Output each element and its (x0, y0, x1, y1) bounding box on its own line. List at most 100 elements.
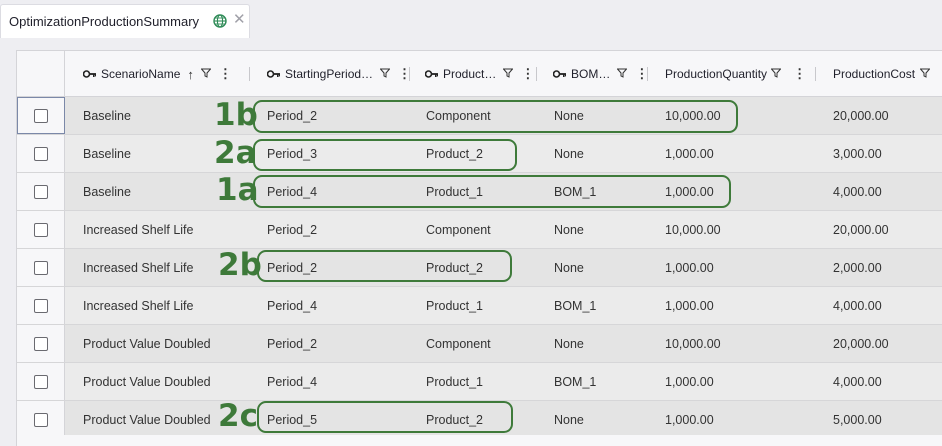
row-checkbox[interactable] (34, 147, 48, 161)
row-select-cell[interactable] (17, 249, 65, 286)
cell-product[interactable]: Product_2 (426, 249, 483, 286)
cell-starting-period[interactable]: Period_2 (267, 97, 317, 134)
cell-product[interactable]: Product_1 (426, 173, 483, 210)
column-resize-handle[interactable] (536, 67, 537, 81)
filter-icon[interactable] (379, 68, 391, 81)
row-select-cell[interactable] (17, 135, 65, 172)
cell-production-quantity[interactable]: 1,000.00 (665, 401, 714, 438)
row-select-cell[interactable] (17, 173, 65, 210)
cell-bom[interactable]: None (554, 97, 584, 134)
cell-production-cost[interactable]: 20,000.00 (833, 325, 889, 362)
cell-scenario-name[interactable]: Product Value Doubled (83, 401, 211, 438)
row-checkbox[interactable] (34, 109, 48, 123)
cell-bom[interactable]: BOM_1 (554, 173, 596, 210)
tab-optimization-production-summary[interactable]: OptimizationProductionSummary ✕ (0, 4, 250, 38)
cell-scenario-name[interactable]: Product Value Doubled (83, 325, 211, 362)
row-checkbox[interactable] (34, 261, 48, 275)
column-menu-icon[interactable]: ⋮ (793, 66, 806, 82)
cell-bom[interactable]: None (554, 401, 584, 438)
cell-production-cost[interactable]: 20,000.00 (833, 211, 889, 248)
column-header-scenario-name[interactable]: ScenarioName ↑ ⋮ (82, 51, 232, 97)
filter-icon[interactable] (919, 68, 931, 81)
cell-bom[interactable]: None (554, 325, 584, 362)
cell-scenario-name[interactable]: Baseline (83, 135, 131, 172)
cell-production-cost[interactable]: 4,000.00 (833, 173, 882, 210)
column-header-bom[interactable]: BOM… ⋮ (552, 51, 648, 97)
row-select-cell[interactable] (17, 97, 65, 134)
column-header-production-cost[interactable]: ProductionCost (833, 51, 931, 97)
filter-icon[interactable] (200, 68, 212, 81)
cell-bom[interactable]: None (554, 249, 584, 286)
column-resize-handle[interactable] (647, 67, 648, 81)
cell-starting-period[interactable]: Period_3 (267, 135, 317, 172)
column-header-production-quantity[interactable]: ProductionQuantity ⋮ (665, 51, 806, 97)
cell-product[interactable]: Product_1 (426, 363, 483, 400)
cell-product[interactable]: Product_2 (426, 135, 483, 172)
cell-production-quantity[interactable]: 1,000.00 (665, 363, 714, 400)
cell-bom[interactable]: BOM_1 (554, 363, 596, 400)
filter-icon[interactable] (616, 68, 628, 81)
cell-production-quantity[interactable]: 10,000.00 (665, 211, 721, 248)
table-row[interactable]: Increased Shelf Life Period_2 Component Non… (17, 211, 942, 249)
row-select-cell[interactable] (17, 363, 65, 400)
row-checkbox[interactable] (34, 375, 48, 389)
cell-scenario-name[interactable]: Increased Shelf Life (83, 287, 194, 324)
row-select-cell[interactable] (17, 325, 65, 362)
cell-scenario-name[interactable]: Increased Shelf Life (83, 249, 194, 286)
cell-starting-period[interactable]: Period_4 (267, 173, 317, 210)
column-resize-handle[interactable] (409, 67, 410, 81)
column-resize-handle[interactable] (815, 67, 816, 81)
cell-starting-period[interactable]: Period_2 (267, 325, 317, 362)
cell-bom[interactable]: BOM_1 (554, 287, 596, 324)
cell-production-quantity[interactable]: 1,000.00 (665, 173, 714, 210)
cell-production-cost[interactable]: 20,000.00 (833, 97, 889, 134)
row-checkbox[interactable] (34, 299, 48, 313)
cell-production-cost[interactable]: 4,000.00 (833, 287, 882, 324)
cell-production-quantity[interactable]: 1,000.00 (665, 249, 714, 286)
column-resize-handle[interactable] (249, 67, 250, 81)
cell-production-cost[interactable]: 5,000.00 (833, 401, 882, 438)
cell-scenario-name[interactable]: Increased Shelf Life (83, 211, 194, 248)
table-row[interactable]: Baseline Period_3 Product_2 None 1,000.00 3,0… (17, 135, 942, 173)
table-row[interactable]: Product Value Doubled Period_4 Product_1 BO… (17, 363, 942, 401)
table-row[interactable]: Increased Shelf Life Period_4 Product_1 BOM… (17, 287, 942, 325)
cell-starting-period[interactable]: Period_4 (267, 363, 317, 400)
cell-product[interactable]: Component (426, 325, 491, 362)
cell-production-quantity[interactable]: 1,000.00 (665, 135, 714, 172)
cell-production-cost[interactable]: 2,000.00 (833, 249, 882, 286)
row-checkbox[interactable] (34, 223, 48, 237)
table-row[interactable]: Increased Shelf Life Period_2 Product_2 Non… (17, 249, 942, 287)
row-checkbox[interactable] (34, 185, 48, 199)
cell-production-quantity[interactable]: 10,000.00 (665, 97, 721, 134)
cell-production-quantity[interactable]: 10,000.00 (665, 325, 721, 362)
row-select-cell[interactable] (17, 211, 65, 248)
row-select-cell[interactable] (17, 287, 65, 324)
cell-product[interactable]: Product_1 (426, 287, 483, 324)
cell-scenario-name[interactable]: Baseline (83, 173, 131, 210)
cell-starting-period[interactable]: Period_4 (267, 287, 317, 324)
cell-starting-period[interactable]: Period_2 (267, 211, 317, 248)
table-row[interactable]: Baseline Period_4 Product_1 BOM_1 1,000.00 4,… (17, 173, 942, 211)
column-header-product[interactable]: Product… ⋮ (424, 51, 534, 97)
table-row[interactable]: Baseline Period_2 Component None 10,000.00 20… (17, 97, 942, 135)
column-menu-icon[interactable]: ⋮ (521, 66, 534, 82)
cell-bom[interactable]: None (554, 211, 584, 248)
cell-product[interactable]: Product_2 (426, 401, 483, 438)
column-menu-icon[interactable]: ⋮ (219, 66, 232, 82)
cell-product[interactable]: Component (426, 97, 491, 134)
cell-production-cost[interactable]: 3,000.00 (833, 135, 882, 172)
sort-ascending-icon[interactable]: ↑ (187, 67, 194, 82)
table-row[interactable]: Product Value Doubled Period_2 Component No… (17, 325, 942, 363)
filter-icon[interactable] (770, 68, 782, 81)
row-checkbox[interactable] (34, 337, 48, 351)
row-checkbox[interactable] (34, 413, 48, 427)
cell-scenario-name[interactable]: Product Value Doubled (83, 363, 211, 400)
close-icon[interactable]: ✕ (233, 12, 246, 28)
cell-starting-period[interactable]: Period_5 (267, 401, 317, 438)
table-row[interactable]: Product Value Doubled Period_5 Product_2 No… (17, 401, 942, 439)
column-header-starting-period[interactable]: StartingPeriod… ⋮ (266, 51, 411, 97)
filter-icon[interactable] (502, 68, 514, 81)
cell-production-cost[interactable]: 4,000.00 (833, 363, 882, 400)
cell-scenario-name[interactable]: Baseline (83, 97, 131, 134)
cell-bom[interactable]: None (554, 135, 584, 172)
